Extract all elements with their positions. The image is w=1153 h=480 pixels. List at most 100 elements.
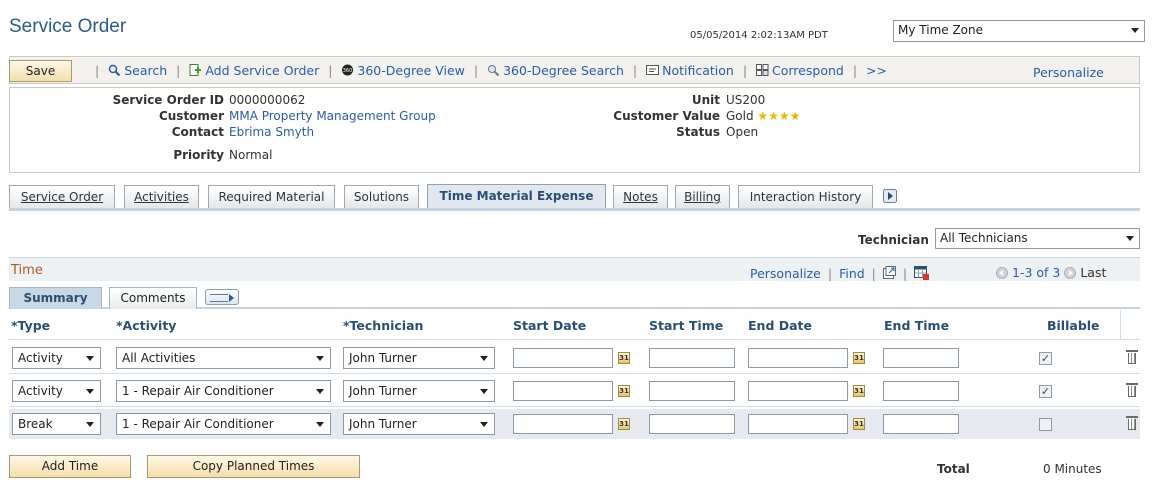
notification-link[interactable]: Notification xyxy=(646,63,734,78)
show-all-columns-icon[interactable] xyxy=(205,289,239,305)
end-time-input[interactable] xyxy=(883,348,959,368)
tab-label: Required Material xyxy=(218,190,325,204)
next-row-icon[interactable] xyxy=(1064,267,1077,279)
correspond-label: Correspond xyxy=(772,63,844,78)
toolbar-separator: | xyxy=(328,63,333,78)
toolbar-separator: | xyxy=(852,63,858,78)
next-tabs-icon xyxy=(883,189,897,203)
start-time-input[interactable] xyxy=(649,381,735,401)
add-service-order-link[interactable]: Add Service Order xyxy=(189,63,319,78)
view-all-icon[interactable] xyxy=(882,266,896,279)
calendar-icon[interactable]: 31 xyxy=(618,418,630,430)
tab-service-order[interactable]: Service Order xyxy=(9,185,115,209)
technician-select[interactable]: John Turner xyxy=(343,380,495,402)
end-date-input[interactable] xyxy=(748,348,848,368)
tab-label: Activities xyxy=(134,190,189,204)
column-header-technician: *Technician xyxy=(343,318,424,333)
billable-checkbox[interactable] xyxy=(1039,418,1052,431)
subtab-summary[interactable]: Summary xyxy=(9,287,102,309)
table-row: Activity 1 - Repair Air Conditioner John… xyxy=(9,376,1140,406)
timezone-value: My Time Zone xyxy=(898,23,984,37)
tab-required-material[interactable]: Required Material xyxy=(208,185,335,209)
personalize-page-link[interactable]: Personalize xyxy=(1033,65,1104,80)
tab-activities[interactable]: Activities xyxy=(124,185,199,209)
star-icon: ★ xyxy=(778,109,790,123)
type-select[interactable]: Activity xyxy=(12,380,101,402)
calendar-icon[interactable]: 31 xyxy=(853,352,865,364)
calendar-icon[interactable]: 31 xyxy=(853,418,865,430)
previous-row-icon[interactable] xyxy=(996,267,1008,279)
chevron-down-icon xyxy=(316,356,324,361)
search-360-link[interactable]: 360-Degree Search xyxy=(487,63,624,78)
notification-icon xyxy=(646,65,660,75)
type-select[interactable]: Break xyxy=(12,413,101,435)
billable-checkbox[interactable]: ✓ xyxy=(1039,352,1052,365)
more-link[interactable]: >> xyxy=(866,63,887,78)
end-time-input[interactable] xyxy=(883,381,959,401)
calendar-icon[interactable]: 31 xyxy=(853,385,865,397)
contact-link[interactable]: Ebrima Smyth xyxy=(229,125,314,139)
notification-label: Notification xyxy=(662,63,734,78)
search-link[interactable]: Search xyxy=(108,63,167,78)
toolbar-separator: | xyxy=(176,63,181,78)
chevron-down-icon xyxy=(480,356,488,361)
activity-value: 1 - Repair Air Conditioner xyxy=(122,417,274,431)
tabs-scroll-right[interactable] xyxy=(880,185,900,209)
end-date-input[interactable] xyxy=(748,381,848,401)
customer-link[interactable]: MMA Property Management Group xyxy=(229,109,436,123)
activity-select[interactable]: 1 - Repair Air Conditioner xyxy=(116,380,331,402)
technician-filter-select[interactable]: All Technicians xyxy=(935,228,1140,249)
technician-select[interactable]: John Turner xyxy=(343,347,495,369)
correspond-icon xyxy=(756,64,769,76)
start-time-input[interactable] xyxy=(649,348,735,368)
activity-select[interactable]: All Activities xyxy=(116,347,331,369)
tab-notes[interactable]: Notes xyxy=(613,185,668,209)
column-divider xyxy=(1120,310,1121,340)
chevron-down-icon xyxy=(1126,236,1134,241)
toolbar-separator: | xyxy=(632,63,638,78)
technician-filter-label: Technician xyxy=(858,233,929,247)
search-icon xyxy=(108,64,121,76)
download-spreadsheet-icon[interactable] xyxy=(914,266,930,280)
timezone-select[interactable]: My Time Zone xyxy=(893,20,1145,42)
technician-select[interactable]: John Turner xyxy=(343,413,495,435)
subtab-comments[interactable]: Comments xyxy=(109,287,197,309)
tab-label: Billing xyxy=(684,190,721,204)
search-360-icon xyxy=(488,65,500,76)
activity-select[interactable]: 1 - Repair Air Conditioner xyxy=(116,413,331,435)
copy-planned-times-button[interactable]: Copy Planned Times xyxy=(147,455,360,478)
tab-interaction-history[interactable]: Interaction History xyxy=(738,185,873,209)
grid-personalize-link[interactable]: Personalize xyxy=(750,266,821,281)
start-date-input[interactable] xyxy=(513,381,613,401)
time-grid-header xyxy=(9,257,1140,281)
delete-row-icon[interactable] xyxy=(1126,415,1138,430)
toolbar-separator: | xyxy=(95,63,100,78)
pager-last[interactable]: Last xyxy=(1080,265,1106,280)
grid-find-link[interactable]: Find xyxy=(839,266,865,281)
tab-billing[interactable]: Billing xyxy=(675,185,730,209)
tab-time-material-expense[interactable]: Time Material Expense xyxy=(427,184,606,210)
column-header-activity: *Activity xyxy=(116,318,177,333)
save-button[interactable]: Save xyxy=(9,60,72,82)
add-time-button[interactable]: Add Time xyxy=(9,455,131,478)
current-datetime: 05/05/2014 2:02:13AM PDT xyxy=(690,30,828,41)
start-date-input[interactable] xyxy=(513,414,613,434)
type-value: Break xyxy=(18,417,53,431)
start-time-input[interactable] xyxy=(649,414,735,434)
status-value: Open xyxy=(726,125,759,139)
view-360-link[interactable]: 360 360-Degree View xyxy=(341,63,465,78)
delete-row-icon[interactable] xyxy=(1126,382,1138,397)
start-date-input[interactable] xyxy=(513,348,613,368)
priority-label: Priority xyxy=(173,148,224,162)
tab-solutions[interactable]: Solutions xyxy=(344,185,419,209)
type-select[interactable]: Activity xyxy=(12,347,101,369)
delete-row-icon[interactable] xyxy=(1126,349,1138,364)
tab-label: Notes xyxy=(623,190,658,204)
chevron-down-icon xyxy=(316,389,324,394)
end-time-input[interactable] xyxy=(883,414,959,434)
end-date-input[interactable] xyxy=(748,414,848,434)
correspond-link[interactable]: Correspond xyxy=(756,63,844,78)
billable-checkbox[interactable]: ✓ xyxy=(1039,385,1052,398)
calendar-icon[interactable]: 31 xyxy=(618,352,630,364)
calendar-icon[interactable]: 31 xyxy=(618,385,630,397)
